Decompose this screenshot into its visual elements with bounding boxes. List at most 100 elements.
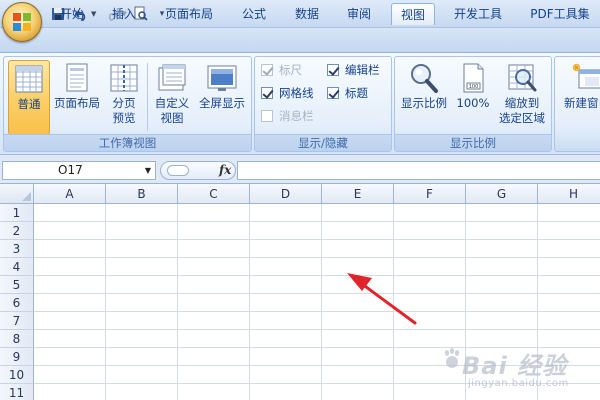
row-header-2[interactable]: 2 — [0, 222, 34, 240]
insert-function-button[interactable]: fx — [219, 163, 231, 177]
gridline — [34, 275, 600, 276]
gridline — [105, 204, 106, 400]
ribbon: 普通 页面布局 分页 预览 自定义 视图 全屏显示 工作簿视图 标尺 网格线 消… — [0, 53, 600, 155]
tab-page-layout[interactable]: 页面布局 — [158, 3, 220, 25]
formula-controls: fx — [160, 161, 236, 180]
watermark-text: Bai 经验 — [462, 352, 568, 380]
row-header-4[interactable]: 4 — [0, 258, 34, 276]
normal-view-icon — [15, 65, 43, 93]
column-header-e[interactable]: E — [322, 184, 394, 204]
row-header-11[interactable]: 11 — [0, 384, 34, 400]
page-layout-view-label: 页面布局 — [54, 96, 100, 110]
name-box[interactable]: O17 ▼ — [2, 161, 156, 180]
column-header-f[interactable]: F — [394, 184, 466, 204]
baidu-watermark: Bai 经验 jingyan.baidu.com — [440, 340, 590, 396]
tab-view[interactable]: 视图 — [391, 3, 435, 25]
custom-views-button[interactable]: 自定义 视图 — [151, 60, 193, 135]
zoom-to-selection-button[interactable]: 缩放到 选定区域 — [495, 60, 549, 135]
gridline — [34, 239, 600, 240]
message-bar-label: 消息栏 — [279, 109, 314, 123]
zoom-selection-icon — [508, 64, 537, 92]
normal-view-label: 普通 — [17, 97, 41, 111]
group-show-hide-label: 显示/隐藏 — [255, 134, 391, 151]
zoom-selection-label-line1: 缩放到 — [504, 96, 540, 110]
custom-views-label-line1: 自定义 — [154, 96, 190, 110]
page-break-label-line1: 分页 — [112, 96, 136, 110]
gridline — [34, 257, 600, 258]
tab-review[interactable]: 审阅 — [339, 3, 379, 25]
group-separator — [147, 63, 148, 131]
row-header-9[interactable]: 9 — [0, 348, 34, 366]
normal-view-button[interactable]: 普通 — [8, 60, 50, 135]
headings-check-icon — [327, 87, 339, 99]
message-bar-check-icon — [261, 110, 273, 122]
gridlines-label: 网格线 — [279, 86, 314, 100]
tab-insert[interactable]: 插入 — [104, 3, 144, 25]
row-header-3[interactable]: 3 — [0, 240, 34, 258]
group-show-hide: 标尺 网格线 消息栏 编辑栏 标题 显示/隐藏 — [254, 56, 392, 152]
zoom-100-button[interactable]: 100 100% — [453, 60, 493, 135]
row-header-6[interactable]: 6 — [0, 294, 34, 312]
tab-formulas[interactable]: 公式 — [234, 3, 274, 25]
formula-input[interactable] — [237, 161, 600, 180]
gridline — [249, 204, 250, 400]
column-header-c[interactable]: C — [178, 184, 250, 204]
gridline — [321, 204, 322, 400]
gridline — [177, 204, 178, 400]
page-break-preview-icon — [110, 64, 138, 92]
office-logo-icon — [13, 13, 31, 31]
group-zoom: 显示比例 100 100% 缩放到 选定区域 显示比例 — [394, 56, 552, 152]
paw-icon — [444, 348, 460, 368]
svg-text:100: 100 — [469, 84, 479, 90]
name-box-value: O17 — [58, 163, 83, 177]
headings-label: 标题 — [345, 86, 368, 100]
column-header-b[interactable]: B — [106, 184, 178, 204]
full-screen-button[interactable]: 全屏显示 — [195, 60, 249, 135]
row-header-1[interactable]: 1 — [0, 204, 34, 222]
page-break-preview-button[interactable]: 分页 预览 — [104, 60, 144, 135]
gridline — [34, 221, 600, 222]
tab-developer[interactable]: 开发工具 — [445, 3, 511, 25]
zoom-button[interactable]: 显示比例 — [399, 60, 449, 135]
row-header-7[interactable]: 7 — [0, 312, 34, 330]
ribbon-tab-row — [0, 28, 600, 53]
tab-pdf-tools[interactable]: PDF工具集 — [524, 3, 596, 25]
column-header-d[interactable]: D — [250, 184, 322, 204]
row-header-8[interactable]: 8 — [0, 330, 34, 348]
custom-views-label-line2: 视图 — [160, 111, 184, 125]
column-header-h[interactable]: H — [538, 184, 600, 204]
office-button[interactable] — [2, 2, 42, 42]
column-header-g[interactable]: G — [466, 184, 538, 204]
formula-bar-check-icon — [327, 64, 339, 76]
ruler-checkbox: 标尺 — [261, 61, 302, 79]
zoom-100-icon: 100 — [463, 63, 484, 93]
tab-home[interactable]: 开始 — [52, 3, 92, 25]
magnifier-icon — [411, 64, 438, 93]
group-workbook-views-label: 工作簿视图 — [4, 134, 251, 151]
page-break-label-line2: 预览 — [112, 111, 136, 125]
formula-bar-label: 编辑栏 — [345, 63, 380, 77]
page-layout-view-button[interactable]: 页面布局 — [52, 60, 102, 135]
group-zoom-label: 显示比例 — [395, 134, 551, 151]
formula-bar-checkbox[interactable]: 编辑栏 — [327, 61, 380, 79]
group-workbook-views: 普通 页面布局 分页 预览 自定义 视图 全屏显示 工作簿视图 — [3, 56, 252, 152]
custom-views-icon — [158, 64, 186, 91]
new-window-label: 新建窗口 — [564, 96, 600, 110]
group-window: 新建窗口 — [554, 56, 600, 152]
tab-data[interactable]: 数据 — [287, 3, 327, 25]
gridlines-check-icon — [261, 87, 273, 99]
chevron-down-icon[interactable]: ▼ — [145, 162, 151, 179]
column-header-a[interactable]: A — [34, 184, 106, 204]
headings-checkbox[interactable]: 标题 — [327, 84, 368, 102]
row-header-5[interactable]: 5 — [0, 276, 34, 294]
row-header-10[interactable]: 10 — [0, 366, 34, 384]
new-window-button[interactable]: 新建窗口 — [557, 60, 600, 135]
expand-handle-icon[interactable] — [167, 165, 189, 176]
select-all-corner[interactable] — [0, 184, 34, 204]
gridlines-checkbox[interactable]: 网格线 — [261, 84, 314, 102]
full-screen-label: 全屏显示 — [199, 96, 245, 110]
zoom-100-label: 100% — [456, 96, 490, 110]
full-screen-icon — [207, 65, 237, 91]
gridline — [34, 293, 600, 294]
ruler-label: 标尺 — [279, 63, 302, 77]
